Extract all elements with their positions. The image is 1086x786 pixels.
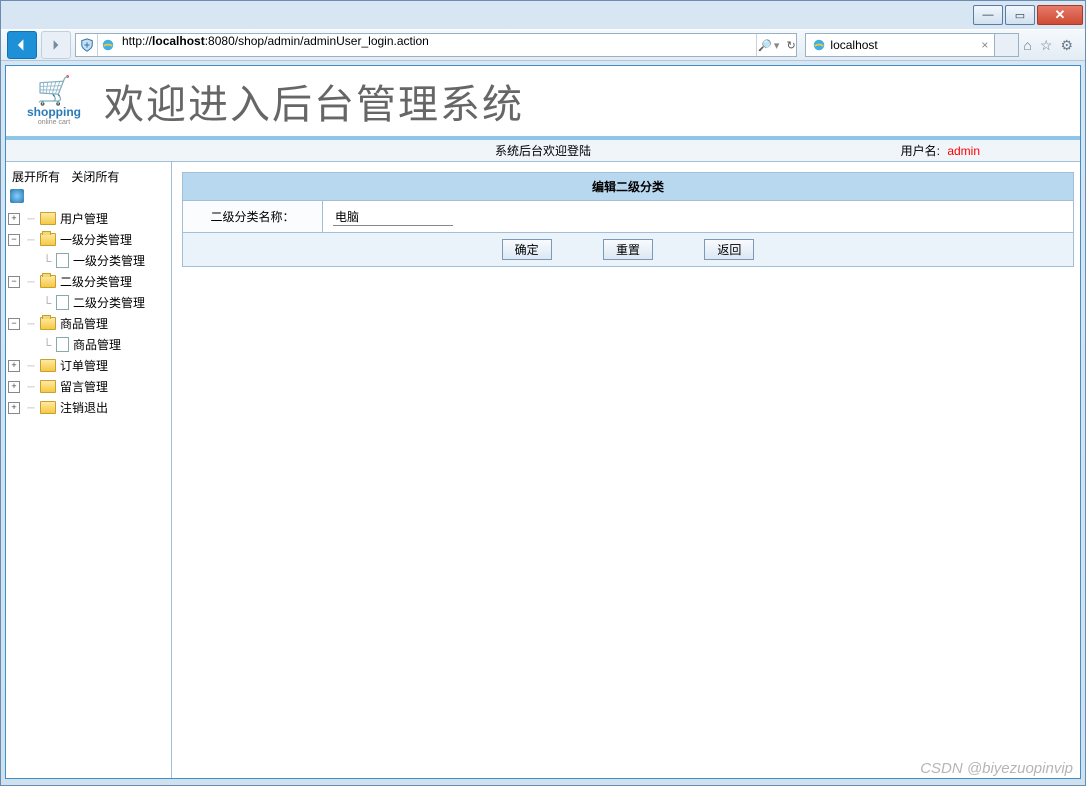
search-refresh-group[interactable]: 🔎▾ ↻ bbox=[756, 34, 796, 56]
folder-icon bbox=[40, 401, 56, 414]
expander-icon[interactable]: − bbox=[8, 318, 20, 330]
window-titlebar: — ▭ ✕ bbox=[1, 1, 1085, 29]
settings-gear-icon[interactable]: ⚙ bbox=[1060, 37, 1073, 54]
welcome-text: 系统后台欢迎登陆 bbox=[495, 142, 591, 159]
body-split: 展开所有 关闭所有 +┈用户管理 −┈一级分类管理 └一级分类管理 −┈二级分类… bbox=[6, 162, 1080, 778]
sidebar-item-message[interactable]: +┈留言管理 bbox=[8, 376, 169, 397]
root-disk-icon bbox=[10, 189, 24, 203]
minimize-button[interactable]: — bbox=[973, 5, 1003, 25]
sidebar-item-label: 注销退出 bbox=[60, 399, 108, 416]
user-label: 用户名: bbox=[901, 144, 940, 158]
nav-forward-button[interactable] bbox=[41, 31, 71, 59]
category-name-input[interactable] bbox=[333, 207, 453, 226]
edit-form-table: 编辑二级分类 二级分类名称： 确定 重置 返回 bbox=[182, 172, 1074, 267]
field-label: 二级分类名称： bbox=[183, 201, 323, 233]
watermark: CSDN @biyezuopinvip bbox=[920, 760, 1073, 777]
arrow-right-icon bbox=[50, 39, 62, 51]
button-row: 确定 重置 返回 bbox=[183, 233, 1074, 267]
expander-icon[interactable]: − bbox=[8, 276, 20, 288]
top-info-bar: 系统后台欢迎登陆 用户名: admin bbox=[6, 140, 1080, 162]
url-prefix: http:// bbox=[122, 34, 152, 48]
sidebar-item-product[interactable]: −┈商品管理 bbox=[8, 313, 169, 334]
cart-icon: 🛒 bbox=[14, 77, 94, 105]
back-button[interactable]: 返回 bbox=[704, 239, 754, 260]
sidebar-subitem-product[interactable]: └商品管理 bbox=[8, 334, 169, 355]
url-text[interactable]: http://localhost:8080/shop/admin/adminUs… bbox=[118, 34, 756, 56]
nav-back-button[interactable] bbox=[7, 31, 37, 59]
sidebar-item-label: 二级分类管理 bbox=[60, 273, 132, 290]
ie-logo-icon bbox=[98, 38, 118, 52]
expander-icon[interactable]: + bbox=[8, 381, 20, 393]
expander-icon[interactable]: + bbox=[8, 213, 20, 225]
sidebar-item-cat2[interactable]: −┈二级分类管理 bbox=[8, 271, 169, 292]
tab-strip: localhost × bbox=[805, 33, 1019, 57]
username: admin bbox=[947, 144, 980, 158]
browser-tab-active[interactable]: localhost × bbox=[805, 33, 995, 57]
sidebar-item-cat1[interactable]: −┈一级分类管理 bbox=[8, 229, 169, 250]
os-window: — ▭ ✕ http://localhost:8080/shop/admin/a… bbox=[0, 0, 1086, 786]
tab-title: localhost bbox=[830, 38, 877, 52]
collapse-all-link[interactable]: 关闭所有 bbox=[71, 170, 119, 184]
page-icon bbox=[56, 337, 69, 352]
sidebar-item-logout[interactable]: +┈注销退出 bbox=[8, 397, 169, 418]
sidebar: 展开所有 关闭所有 +┈用户管理 −┈一级分类管理 └一级分类管理 −┈二级分类… bbox=[6, 162, 172, 778]
maximize-button[interactable]: ▭ bbox=[1005, 5, 1035, 25]
panel-title: 编辑二级分类 bbox=[183, 173, 1074, 201]
submit-button[interactable]: 确定 bbox=[502, 239, 552, 260]
sidebar-item-label: 订单管理 bbox=[60, 357, 108, 374]
sidebar-item-label: 商品管理 bbox=[73, 336, 121, 353]
favorites-icon[interactable]: ☆ bbox=[1040, 37, 1053, 54]
close-window-button[interactable]: ✕ bbox=[1037, 5, 1083, 25]
arrow-left-icon bbox=[15, 38, 29, 52]
sidebar-subitem-cat1[interactable]: └一级分类管理 bbox=[8, 250, 169, 271]
sidebar-item-order[interactable]: +┈订单管理 bbox=[8, 355, 169, 376]
folder-icon bbox=[40, 359, 56, 372]
reset-button[interactable]: 重置 bbox=[603, 239, 653, 260]
url-path: :8080/shop/admin/adminUser_login.action bbox=[205, 34, 429, 48]
sidebar-controls: 展开所有 关闭所有 bbox=[8, 166, 169, 189]
page-icon bbox=[56, 295, 69, 310]
tab-close-icon[interactable]: × bbox=[981, 38, 988, 52]
page-header: 🛒 shopping online cart 欢迎进入后台管理系统 bbox=[6, 66, 1080, 140]
sidebar-subitem-cat2[interactable]: └二级分类管理 bbox=[8, 292, 169, 313]
folder-icon bbox=[40, 212, 56, 225]
sidebar-item-label: 留言管理 bbox=[60, 378, 108, 395]
sidebar-item-user-mgmt[interactable]: +┈用户管理 bbox=[8, 208, 169, 229]
search-icon: 🔎 bbox=[758, 39, 772, 52]
sidebar-item-label: 用户管理 bbox=[60, 210, 108, 227]
sidebar-item-label: 商品管理 bbox=[60, 315, 108, 332]
folder-open-icon bbox=[40, 317, 56, 330]
shield-plus-icon bbox=[80, 38, 94, 52]
page-icon bbox=[56, 253, 69, 268]
logo: 🛒 shopping online cart bbox=[14, 77, 94, 126]
main-content: 编辑二级分类 二级分类名称： 确定 重置 返回 bbox=[172, 162, 1080, 778]
sidebar-item-label: 二级分类管理 bbox=[73, 294, 145, 311]
folder-open-icon bbox=[40, 275, 56, 288]
new-tab-button[interactable] bbox=[995, 33, 1019, 57]
window-controls: — ▭ ✕ bbox=[971, 5, 1083, 25]
expand-all-link[interactable]: 展开所有 bbox=[12, 170, 60, 184]
user-info: 用户名: admin bbox=[901, 142, 1080, 159]
url-host: localhost bbox=[152, 34, 205, 48]
refresh-icon[interactable]: ↻ bbox=[786, 39, 795, 52]
ie-logo-icon bbox=[812, 38, 826, 52]
expander-icon[interactable]: + bbox=[8, 360, 20, 372]
expander-icon[interactable]: − bbox=[8, 234, 20, 246]
logo-subtext: online cart bbox=[14, 119, 94, 126]
browser-toolbar: http://localhost:8080/shop/admin/adminUs… bbox=[1, 29, 1085, 61]
page-title: 欢迎进入后台管理系统 bbox=[104, 72, 524, 130]
sidebar-item-label: 一级分类管理 bbox=[60, 231, 132, 248]
expander-icon[interactable]: + bbox=[8, 402, 20, 414]
folder-icon bbox=[40, 380, 56, 393]
address-bar[interactable]: http://localhost:8080/shop/admin/adminUs… bbox=[75, 33, 797, 57]
page-frame: 🛒 shopping online cart 欢迎进入后台管理系统 系统后台欢迎… bbox=[5, 65, 1081, 779]
nav-tree: +┈用户管理 −┈一级分类管理 └一级分类管理 −┈二级分类管理 └二级分类管理… bbox=[8, 208, 169, 418]
home-icon[interactable]: ⌂ bbox=[1023, 37, 1031, 54]
folder-open-icon bbox=[40, 233, 56, 246]
logo-text: shopping bbox=[14, 105, 94, 119]
compat-icon[interactable] bbox=[76, 34, 98, 56]
sidebar-item-label: 一级分类管理 bbox=[73, 252, 145, 269]
browser-menu-icons: ⌂ ☆ ⚙ bbox=[1023, 37, 1079, 54]
